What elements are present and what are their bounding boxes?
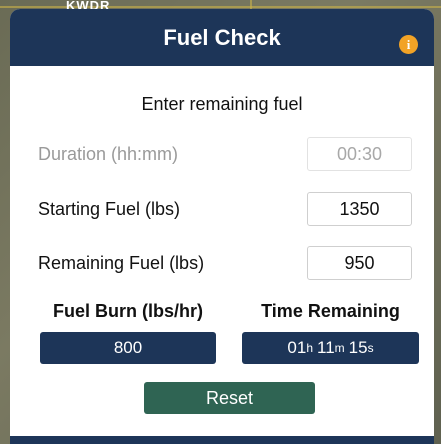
info-icon[interactable]: i [399, 35, 418, 54]
fuel-burn-label: Fuel Burn (lbs/hr) [53, 301, 203, 321]
remaining-fuel-row: Remaining Fuel (lbs) 950 [38, 246, 412, 280]
time-minutes: 11 [317, 338, 335, 357]
starting-fuel-field[interactable]: 1350 [307, 192, 412, 226]
fuel-burn-value: 800 [40, 332, 216, 364]
reset-button[interactable]: Reset [144, 382, 315, 414]
dialog-header: Fuel Check i [10, 9, 434, 66]
time-hours: 01 [287, 338, 307, 357]
dialog-subtitle: Enter remaining fuel [141, 94, 303, 114]
time-seconds: 15 [348, 338, 368, 357]
time-remaining-label: Time Remaining [261, 301, 400, 321]
time-minutes-unit: m [334, 341, 345, 355]
fuel-check-dialog: Fuel Check i Enter remaining fuel Durati… [10, 9, 434, 444]
bottom-strip [10, 436, 434, 444]
remaining-fuel-label: Remaining Fuel (lbs) [38, 252, 205, 273]
starting-fuel-row: Starting Fuel (lbs) 1350 [38, 192, 412, 226]
duration-field[interactable]: 00:30 [307, 137, 412, 171]
time-hours-unit: h [306, 341, 314, 355]
duration-label: Duration (hh:mm) [38, 143, 179, 164]
time-remaining-value: 01 h 11 m 15 s [242, 332, 419, 364]
starting-fuel-label: Starting Fuel (lbs) [38, 198, 181, 219]
duration-row: Duration (hh:mm) 00:30 [38, 137, 412, 171]
remaining-fuel-field[interactable]: 950 [307, 246, 412, 280]
time-seconds-unit: s [367, 341, 374, 355]
dialog-title: Fuel Check [163, 24, 281, 50]
